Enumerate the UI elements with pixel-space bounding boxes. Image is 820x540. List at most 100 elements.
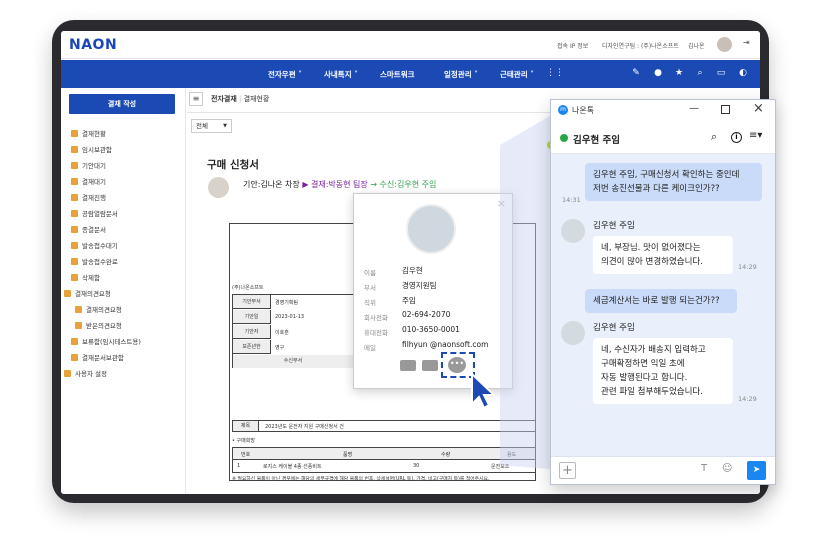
sidebar-item-temp[interactable]: 임시보관함: [71, 144, 112, 156]
table-cell: 30: [413, 463, 420, 469]
chat-input[interactable]: [581, 461, 691, 481]
sidebar-item-label: 임시보관함: [82, 146, 112, 154]
search-icon[interactable]: ⌕: [711, 130, 717, 144]
form-value: 영구: [275, 345, 285, 351]
sidebar-item-approve-wait[interactable]: 결재대기: [71, 176, 106, 188]
folder-icon: [71, 258, 78, 265]
chat-bubble-icon[interactable]: •••: [448, 357, 466, 373]
their-message: 네, 부장님. 맛이 없어졌다는 의견이 많아 변경하였습니다.: [593, 236, 733, 274]
settings-folder-icon: [64, 370, 71, 377]
form-label: 수신부서: [233, 355, 353, 368]
sidebar: 결재 작성 결재현황 임시보관함 기안대기 결재대기 결재진행 공람열람문서 종…: [61, 88, 186, 494]
sidebar-item-send-done[interactable]: 발송접수완료: [71, 256, 118, 268]
profile-label: 이름: [364, 269, 376, 277]
sidebar-item-label: 결재진행: [82, 194, 106, 202]
message-time: 14:31: [562, 196, 581, 204]
breadcrumb-item[interactable]: 전자결재: [211, 95, 237, 103]
chat-input-bar: + T ☺ ➤: [551, 456, 775, 484]
minimize-icon[interactable]: —: [689, 103, 699, 114]
add-attachment-button[interactable]: +: [559, 462, 576, 479]
compose-approval-button[interactable]: 결재 작성: [69, 94, 175, 114]
sidebar-item-opinion[interactable]: 결재의견요청: [64, 288, 111, 300]
mail-icon[interactable]: [422, 360, 438, 371]
nav-board[interactable]: 사내톡지 ˅: [324, 69, 358, 80]
user-avatar[interactable]: [717, 37, 732, 52]
breadcrumb-item[interactable]: 결재현황: [244, 95, 270, 103]
folder-icon: [75, 322, 82, 329]
form-label: 제목: [233, 421, 259, 431]
text-format-icon[interactable]: T: [701, 463, 707, 474]
ip-info-link[interactable]: 접속 IP 정보: [557, 41, 588, 50]
sidebar-item-label: 결재대기: [82, 178, 106, 186]
sidebar-item-closed[interactable]: 종결문서: [71, 224, 106, 236]
video-call-icon[interactable]: [400, 360, 416, 371]
chat-icon[interactable]: ●: [653, 68, 663, 78]
sidebar-item-opinion-recv[interactable]: 받은의견요청: [75, 320, 122, 332]
profile-label: 메일: [364, 344, 376, 352]
table-header: 번호: [241, 452, 251, 458]
sidebar-item-archive[interactable]: 결재문서보관함: [71, 352, 124, 364]
sidebar-item-hold[interactable]: 보류함(임시테스트용): [71, 336, 141, 348]
note-label: • 구매희망: [232, 438, 255, 444]
naon-talk-logo-icon: m: [558, 105, 568, 115]
sidebar-item-label: 기안대기: [82, 162, 106, 170]
sidebar-item-label: 삭제함: [82, 274, 100, 282]
sidebar-item-in-progress[interactable]: 결재진행: [71, 192, 106, 204]
folder-icon: [71, 226, 78, 233]
sidebar-item-opinion-req[interactable]: 결재의견요청: [75, 304, 122, 316]
close-icon[interactable]: ×: [753, 101, 764, 116]
subject-value: 2023년도 운전자 지원 구매신청서 건: [265, 424, 344, 430]
cursor-icon: [471, 372, 497, 410]
sidebar-item-settings[interactable]: 사용자 설정: [64, 368, 107, 380]
palette-icon[interactable]: ◐: [738, 68, 748, 78]
form-value: 이호훈: [275, 330, 289, 336]
menu-toggle-icon[interactable]: ≡: [189, 92, 203, 106]
chat-titlebar: m 나온톡 — ×: [551, 100, 775, 122]
star-icon[interactable]: ★: [674, 68, 684, 78]
sidebar-item-status[interactable]: 결재현황: [71, 128, 106, 140]
sidebar-item-label: 받은의견요청: [86, 322, 122, 330]
sender-avatar: [561, 219, 585, 243]
nav-schedule[interactable]: 일정관리 ˅: [444, 69, 478, 80]
sidebar-item-trash[interactable]: 삭제함: [71, 272, 100, 284]
monitor-icon[interactable]: ▭: [716, 68, 726, 78]
naon-logo[interactable]: NAON: [69, 37, 117, 53]
send-button[interactable]: ➤: [747, 461, 766, 480]
apps-grid-icon[interactable]: ⋮⋮: [546, 68, 564, 78]
filter-select[interactable]: 전체 ▼: [191, 119, 232, 133]
subject-row: 제목 2023년도 운전자 지원 구매신청서 건: [232, 420, 536, 432]
sidebar-item-label: 종결문서: [82, 226, 106, 234]
company-name: (주)나온소프트: [232, 285, 264, 291]
search-icon[interactable]: ⌕: [695, 68, 705, 78]
table-header: 품명: [343, 452, 353, 458]
menu-icon[interactable]: ≡▾: [749, 130, 762, 141]
profile-popup: × 이름 김우현 부서 경영지원팀 직위 주임 회사전화 02-694-2070…: [353, 193, 513, 389]
approval-line: 기안:김나온 차장 ▶ 결재:박동현 팀장 → 수신:김우현 주임: [243, 179, 436, 190]
nav-attendance[interactable]: 근태관리 ˅: [500, 69, 534, 80]
folder-icon: [71, 162, 78, 169]
sidebar-item-label: 발송접수완료: [82, 258, 118, 266]
pen-icon[interactable]: ✎: [631, 68, 641, 78]
table-cell: 1: [237, 463, 241, 469]
profile-avatar: [406, 204, 456, 254]
sidebar-item-shared[interactable]: 공람열람문서: [71, 208, 118, 220]
maximize-icon[interactable]: [721, 105, 730, 114]
sidebar-item-draft-wait[interactable]: 기안대기: [71, 160, 106, 172]
info-icon[interactable]: i: [731, 132, 742, 143]
logout-icon[interactable]: ⇥: [743, 38, 750, 47]
folder-icon: [71, 178, 78, 185]
items-table-header: [233, 448, 535, 460]
trash-icon: [71, 274, 78, 281]
nav-smartwork[interactable]: 스마트워크: [380, 69, 415, 80]
emoji-icon[interactable]: ☺: [722, 463, 732, 474]
sidebar-item-send-wait[interactable]: 발송접수대기: [71, 240, 118, 252]
nav-mail[interactable]: 전자우편 ˅: [268, 69, 302, 80]
profile-mobile: 010-3650-0001: [402, 325, 460, 334]
sidebar-item-label: 결재의견요청: [75, 290, 111, 298]
folder-icon: [71, 242, 78, 249]
main-nav: 전자우편 ˅ 사내톡지 ˅ 스마트워크 일정관리 ˅ 근태관리 ˅ ⋮⋮ ✎ ●…: [61, 60, 760, 88]
message-time: 14:29: [738, 263, 757, 271]
doc-title: 구매 신청서: [207, 159, 259, 171]
online-status-icon: [560, 134, 568, 142]
drafter-avatar: [208, 177, 229, 198]
